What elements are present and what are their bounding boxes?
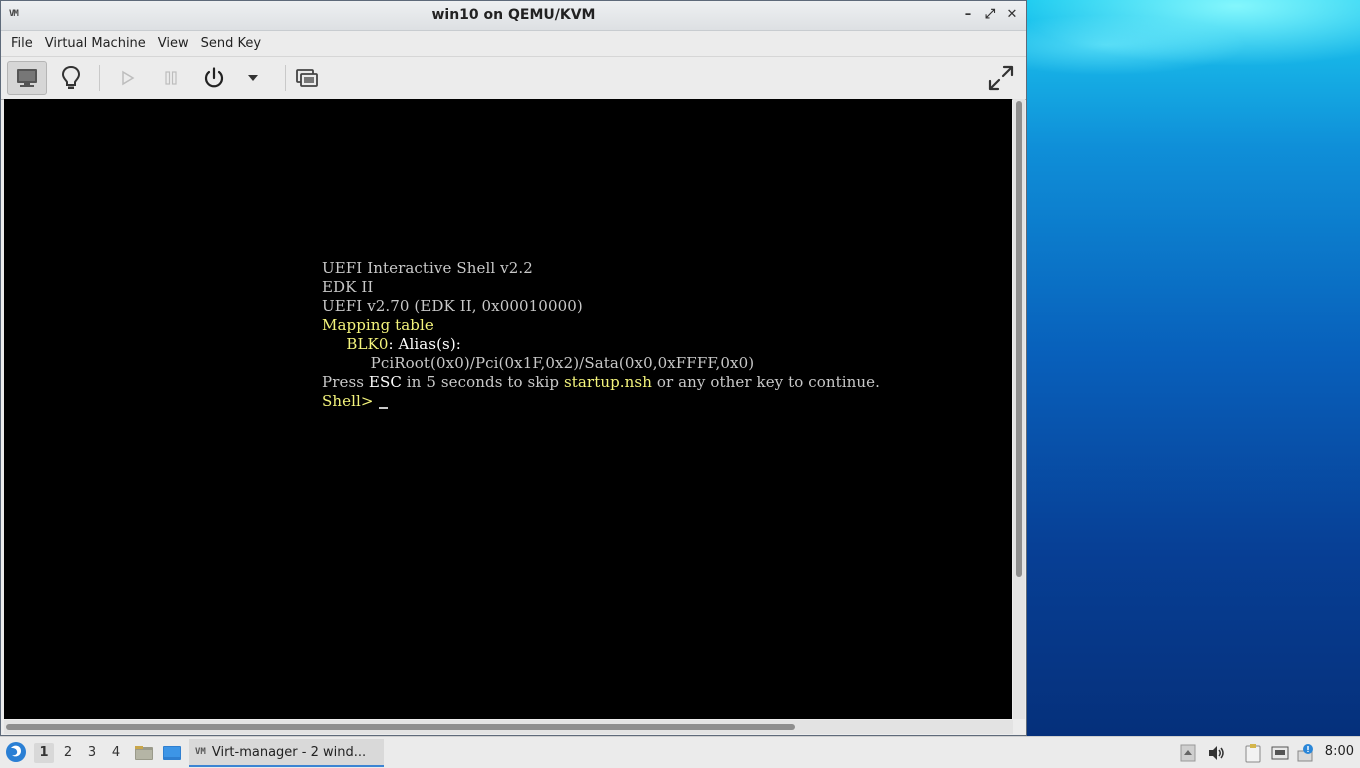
power-icon bbox=[204, 67, 224, 88]
shell-alias-label: : Alias(s): bbox=[388, 335, 461, 353]
file-manager-launcher[interactable] bbox=[134, 743, 154, 763]
workspace-4[interactable]: 4 bbox=[106, 743, 126, 763]
network-icon bbox=[1271, 746, 1289, 760]
uefi-shell-output: UEFI Interactive Shell v2.2 EDK II UEFI … bbox=[322, 259, 880, 411]
volume-control[interactable] bbox=[1206, 743, 1226, 763]
play-icon bbox=[122, 70, 135, 86]
workspace-1[interactable]: 1 bbox=[34, 743, 54, 763]
start-menu-button[interactable] bbox=[4, 740, 28, 764]
notification-icon bbox=[1297, 744, 1313, 762]
shell-continue-text: or any other key to continue. bbox=[651, 373, 881, 391]
text-cursor bbox=[379, 407, 389, 409]
arrow-up-icon bbox=[1180, 744, 1196, 762]
pause-button[interactable] bbox=[151, 61, 191, 95]
task-label: Virt-manager - 2 wind... bbox=[211, 744, 367, 760]
menu-virtual-machine[interactable]: Virtual Machine bbox=[39, 36, 152, 51]
shell-esc-key: ESC bbox=[368, 373, 402, 391]
shell-line-uefi-version: UEFI v2.70 (EDK II, 0x00010000) bbox=[322, 297, 583, 315]
shell-line-mapping-table: Mapping table bbox=[322, 316, 434, 334]
menu-file[interactable]: File bbox=[5, 36, 39, 51]
menu-bar: File Virtual Machine View Send Key bbox=[1, 31, 1026, 57]
clipboard-icon bbox=[1245, 744, 1261, 763]
desktop-icon bbox=[163, 746, 181, 760]
horizontal-scroll-thumb[interactable] bbox=[6, 724, 795, 730]
vm-console-display[interactable]: UEFI Interactive Shell v2.2 EDK II UEFI … bbox=[4, 99, 1012, 719]
monitor-icon bbox=[17, 69, 37, 87]
shell-line-title: UEFI Interactive Shell v2.2 bbox=[322, 259, 533, 277]
maximize-button[interactable]: ⤢ bbox=[982, 6, 998, 24]
shutdown-menu-button[interactable] bbox=[233, 61, 273, 95]
console-view-button[interactable] bbox=[7, 61, 47, 95]
tray-up-arrow[interactable] bbox=[1178, 743, 1198, 763]
toolbar-separator bbox=[285, 65, 286, 91]
shell-device-path: PciRoot(0x0)/Pci(0x1F,0x2)/Sata(0x0,0xFF… bbox=[322, 354, 755, 372]
workspace-3[interactable]: 3 bbox=[82, 743, 102, 763]
snapshots-button[interactable] bbox=[287, 61, 327, 95]
details-view-button[interactable] bbox=[51, 61, 91, 95]
desktop-wallpaper bbox=[1026, 0, 1360, 736]
lxqt-logo-icon bbox=[6, 742, 26, 762]
taskbar-task-virt-manager[interactable]: VM Virt-manager - 2 wind... bbox=[189, 739, 384, 767]
show-desktop-launcher[interactable] bbox=[162, 743, 182, 763]
shell-press-text: Press bbox=[322, 373, 369, 391]
shell-prompt: Shell> bbox=[322, 392, 379, 410]
clipboard-tray[interactable] bbox=[1243, 743, 1263, 763]
run-button[interactable] bbox=[107, 61, 147, 95]
menu-view[interactable]: View bbox=[152, 36, 195, 51]
notification-tray[interactable] bbox=[1296, 743, 1316, 763]
toolbar bbox=[1, 57, 1026, 100]
menu-send-key[interactable]: Send Key bbox=[195, 36, 267, 51]
close-button[interactable]: ✕ bbox=[1004, 6, 1020, 24]
toolbar-separator bbox=[99, 65, 100, 91]
minimize-button[interactable]: – bbox=[960, 6, 976, 24]
speaker-icon bbox=[1209, 746, 1224, 760]
taskbar: 1 2 3 4 VM Virt-manager - 2 wind... 8:00 bbox=[0, 736, 1360, 768]
shell-line-edk: EDK II bbox=[322, 278, 374, 296]
window-title: win10 on QEMU/KVM bbox=[431, 7, 596, 23]
clock[interactable]: 8:00 bbox=[1325, 744, 1354, 759]
network-tray[interactable] bbox=[1270, 743, 1290, 763]
horizontal-scrollbar[interactable] bbox=[4, 720, 1013, 734]
pause-icon bbox=[165, 71, 177, 85]
snapshots-icon bbox=[296, 69, 318, 87]
vertical-scroll-thumb[interactable] bbox=[1016, 101, 1022, 577]
fullscreen-button[interactable] bbox=[981, 61, 1021, 95]
shell-skip-text: in 5 seconds to skip bbox=[401, 373, 564, 391]
shell-device-blk0: BLK0 bbox=[346, 335, 389, 353]
chevron-down-icon bbox=[248, 75, 258, 81]
vertical-scrollbar[interactable] bbox=[1013, 99, 1025, 719]
workspace-2[interactable]: 2 bbox=[58, 743, 78, 763]
lightbulb-icon bbox=[61, 65, 81, 89]
folder-icon bbox=[135, 746, 153, 760]
virt-manager-task-icon: VM bbox=[195, 747, 206, 757]
vm-window: VM win10 on QEMU/KVM – ⤢ ✕ File Virtual … bbox=[0, 0, 1027, 736]
fullscreen-icon bbox=[988, 65, 1014, 91]
title-bar[interactable]: VM win10 on QEMU/KVM – ⤢ ✕ bbox=[1, 1, 1026, 31]
shell-startup-nsh: startup.nsh bbox=[563, 373, 652, 391]
shutdown-button[interactable] bbox=[194, 61, 234, 95]
